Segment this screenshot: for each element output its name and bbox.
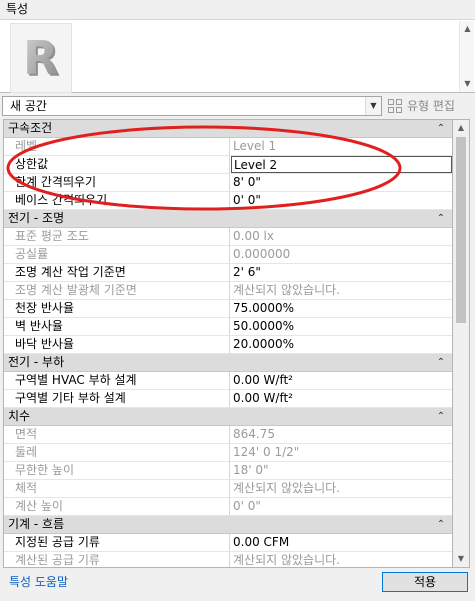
property-label: 둘레 xyxy=(4,444,230,461)
edit-type-button[interactable]: 유형 편집 xyxy=(386,96,472,116)
property-value[interactable]: 75.0000% xyxy=(231,300,452,317)
property-value[interactable]: 0' 0" xyxy=(231,192,452,209)
property-label: 구역별 기타 부하 설계 xyxy=(4,390,230,407)
property-row[interactable]: 한계 간격띄우기 8' 0" xyxy=(4,174,452,192)
properties-grid: 구속조건 ⌃ 레벨 Level 1 상한값 Level 2 한계 간격띄우기 8' 0… xyxy=(3,119,453,568)
property-value: 0.000000 xyxy=(233,247,291,261)
property-value: 124' 0 1/2" xyxy=(233,445,300,459)
category-title: 전기 - 조명 xyxy=(8,211,65,225)
scroll-up-icon[interactable]: ▲ xyxy=(453,120,469,136)
collapse-chevron-icon[interactable]: ⌃ xyxy=(434,408,448,425)
property-label: 구역별 HVAC 부하 설계 xyxy=(4,372,230,389)
property-label: 바닥 반사율 xyxy=(4,336,230,353)
scroll-down-icon[interactable]: ▼ xyxy=(453,551,469,567)
scroll-up-icon[interactable]: ▲ xyxy=(460,23,475,35)
property-row: 면적 864.75 xyxy=(4,426,452,444)
property-value-input[interactable]: Level 2 xyxy=(231,156,452,173)
property-label: 상한값 xyxy=(4,156,230,173)
property-row: 레벨 Level 1 xyxy=(4,138,452,156)
type-selector-dropdown[interactable]: 새 공간 ▼ xyxy=(2,96,382,116)
property-value: 계산되지 않았습니다. xyxy=(233,283,340,297)
property-row[interactable]: 상한값 Level 2 xyxy=(4,156,452,174)
property-row[interactable]: 베이스 간격띄우기 0' 0" xyxy=(4,192,452,210)
property-label: 한계 간격띄우기 xyxy=(4,174,230,191)
property-value[interactable]: 0.00 W/ft² xyxy=(231,372,452,389)
category-title: 전기 - 부하 xyxy=(8,355,65,369)
property-value: 864.75 xyxy=(233,427,275,441)
category-title: 치수 xyxy=(8,409,31,423)
property-label: 계산된 공급 기류 xyxy=(4,552,230,567)
panel-title: 특성 xyxy=(0,0,475,20)
collapse-chevron-icon[interactable]: ⌃ xyxy=(434,354,448,371)
property-row: 계산된 공급 기류 계산되지 않았습니다. xyxy=(4,552,452,567)
property-label: 계산 높이 xyxy=(4,498,230,515)
property-row[interactable]: 구역별 기타 부하 설계 0.00 W/ft² xyxy=(4,390,452,408)
property-row[interactable]: 벽 반사율 50.0000% xyxy=(4,318,452,336)
property-label: 체적 xyxy=(4,480,230,497)
property-value[interactable]: 20.0000% xyxy=(231,336,452,353)
property-row[interactable]: 바닥 반사율 20.0000% xyxy=(4,336,452,354)
property-row[interactable]: 구역별 HVAC 부하 설계 0.00 W/ft² xyxy=(4,372,452,390)
property-row: 체적 계산되지 않았습니다. xyxy=(4,480,452,498)
category-title: 구속조건 xyxy=(8,121,53,135)
type-preview: R R ▲ ▼ xyxy=(0,20,475,93)
property-label: 조명 계산 발광체 기준면 xyxy=(4,282,230,299)
property-value: 18' 0" xyxy=(233,463,269,477)
property-value: Level 1 xyxy=(233,139,277,153)
property-label: 베이스 간격띄우기 xyxy=(4,192,230,209)
type-selector-value: 새 공간 xyxy=(10,99,47,113)
logo-letter-face: R xyxy=(23,31,58,85)
property-row: 둘레 124' 0 1/2" xyxy=(4,444,452,462)
type-selector-bar: 새 공간 ▼ 유형 편집 xyxy=(0,94,475,118)
property-value: 0' 0" xyxy=(233,499,261,513)
property-row: 공실률 0.000000 xyxy=(4,246,452,264)
category-header[interactable]: 구속조건 ⌃ xyxy=(4,120,452,138)
scroll-down-icon[interactable]: ▼ xyxy=(460,78,475,90)
property-label: 무한한 높이 xyxy=(4,462,230,479)
property-row: 조명 계산 발광체 기준면 계산되지 않았습니다. xyxy=(4,282,452,300)
property-value[interactable]: 0.00 W/ft² xyxy=(231,390,452,407)
scrollbar-thumb[interactable] xyxy=(456,137,466,323)
collapse-chevron-icon[interactable]: ⌃ xyxy=(434,516,448,533)
property-label: 벽 반사율 xyxy=(4,318,230,335)
collapse-chevron-icon[interactable]: ⌃ xyxy=(434,210,448,227)
property-value[interactable]: 2' 6" xyxy=(231,264,452,281)
edit-type-icon xyxy=(388,99,402,113)
apply-button[interactable]: 적용 xyxy=(382,572,468,592)
property-value: 계산되지 않았습니다. xyxy=(233,481,340,495)
category-header[interactable]: 전기 - 조명 ⌃ xyxy=(4,210,452,228)
edit-type-label: 유형 편집 xyxy=(407,99,455,113)
category-header[interactable]: 치수 ⌃ xyxy=(4,408,452,426)
properties-help-link[interactable]: 특성 도움말 xyxy=(9,574,68,590)
collapse-chevron-icon[interactable]: ⌃ xyxy=(434,120,448,137)
property-row[interactable]: 천장 반사율 75.0000% xyxy=(4,300,452,318)
property-row[interactable]: 조명 계산 작업 기준면 2' 6" xyxy=(4,264,452,282)
property-label: 조명 계산 작업 기준면 xyxy=(4,264,230,281)
property-row: 표준 평균 조도 0.00 lx xyxy=(4,228,452,246)
chevron-down-icon[interactable]: ▼ xyxy=(365,97,381,115)
category-header[interactable]: 전기 - 부하 ⌃ xyxy=(4,354,452,372)
properties-scrollbar[interactable]: ▲ ▼ xyxy=(453,119,470,568)
property-row: 계산 높이 0' 0" xyxy=(4,498,452,516)
property-value: 계산되지 않았습니다. xyxy=(233,553,340,567)
property-label: 표준 평균 조도 xyxy=(4,228,230,245)
property-label: 레벨 xyxy=(4,138,230,155)
property-value[interactable]: 50.0000% xyxy=(231,318,452,335)
property-label: 천장 반사율 xyxy=(4,300,230,317)
property-row: 무한한 높이 18' 0" xyxy=(4,462,452,480)
property-label: 지정된 공급 기류 xyxy=(4,534,230,551)
category-title: 기계 - 흐름 xyxy=(8,517,65,531)
property-row[interactable]: 지정된 공급 기류 0.00 CFM xyxy=(4,534,452,552)
revit-logo-icon: R R xyxy=(10,23,72,93)
property-value[interactable]: 0.00 CFM xyxy=(231,534,452,551)
preview-scrollbar[interactable]: ▲ ▼ xyxy=(459,21,474,92)
property-label: 면적 xyxy=(4,426,230,443)
property-value: 0.00 lx xyxy=(233,229,274,243)
property-value[interactable]: 8' 0" xyxy=(231,174,452,191)
category-header[interactable]: 기계 - 흐름 ⌃ xyxy=(4,516,452,534)
property-label: 공실률 xyxy=(4,246,230,263)
